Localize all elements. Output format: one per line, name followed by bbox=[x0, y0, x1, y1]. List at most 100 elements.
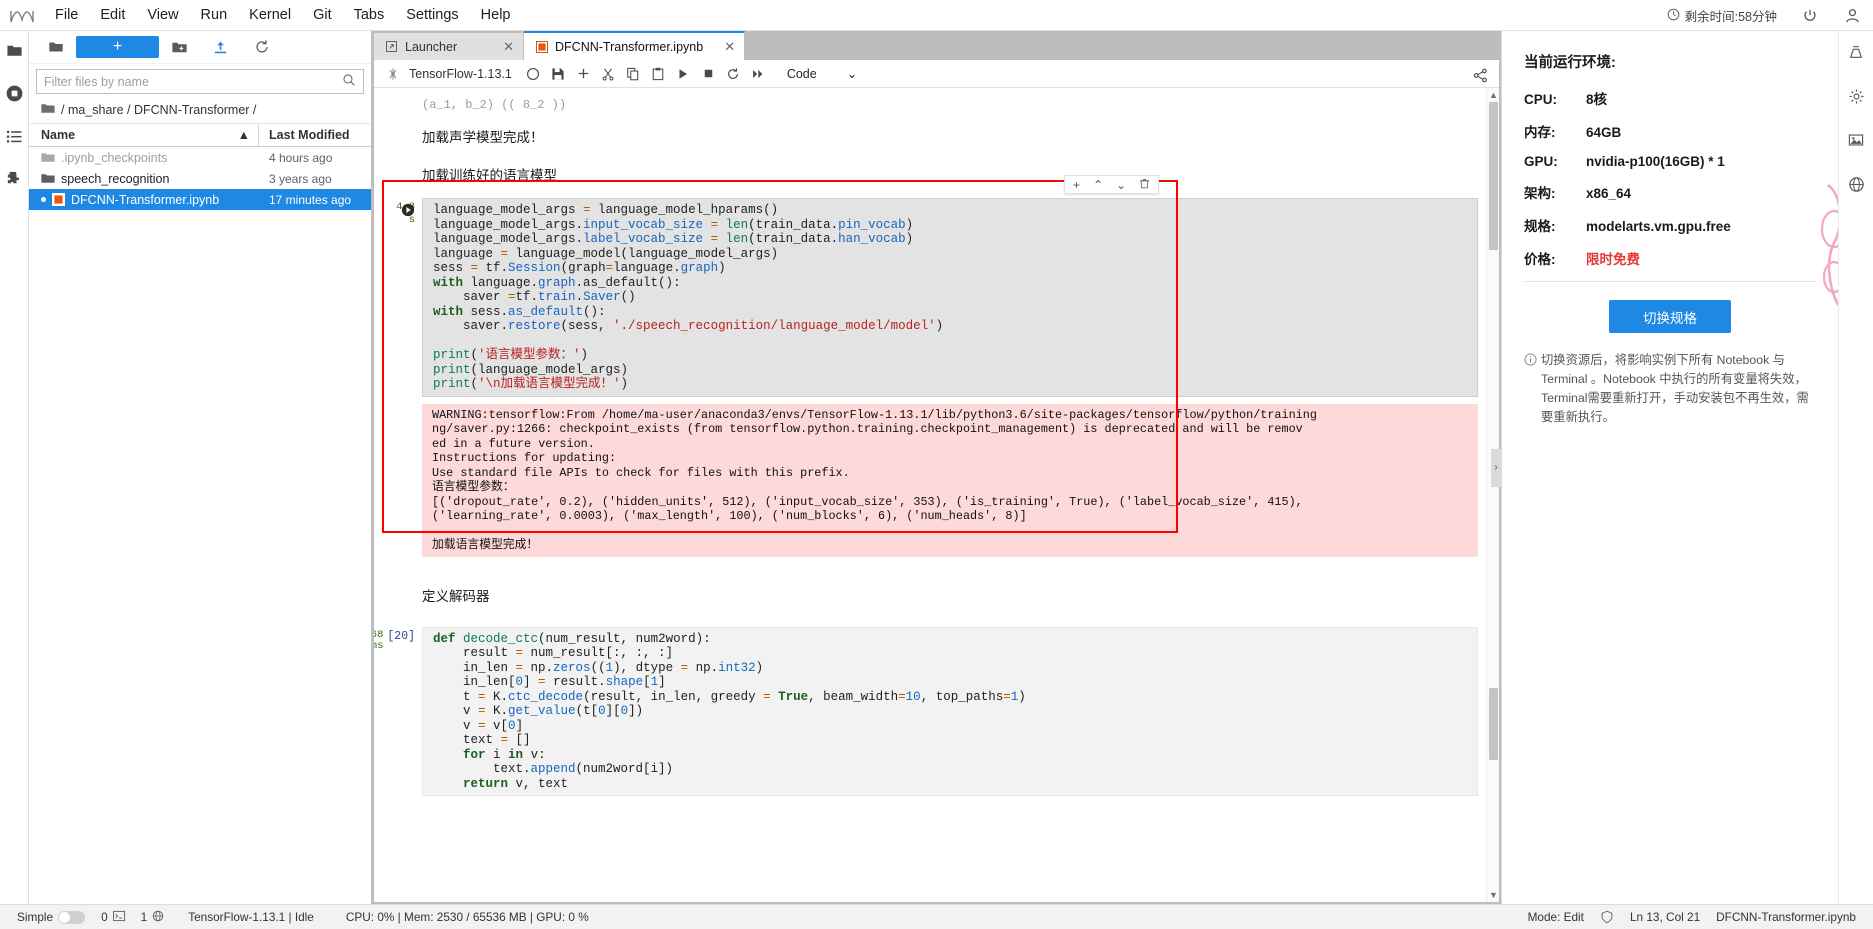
new-folder-icon[interactable] bbox=[159, 34, 200, 60]
terminals-count-item[interactable]: 0 bbox=[93, 910, 133, 925]
folder-icon bbox=[35, 34, 76, 60]
close-icon[interactable]: ✕ bbox=[710, 39, 735, 55]
scrollbar-thumb-secondary[interactable] bbox=[1489, 688, 1498, 760]
toggle-switch[interactable] bbox=[58, 910, 86, 924]
interrupt-icon[interactable] bbox=[696, 62, 721, 86]
save-icon[interactable] bbox=[546, 62, 571, 86]
code-cell[interactable]: 4.8 s language_model_args = language_mod… bbox=[374, 198, 1486, 557]
breadcrumb[interactable]: / ma_share / DFCNN-Transformer / bbox=[29, 98, 371, 124]
code-cell-body: def decode_ctc(num_result, num2word): re… bbox=[422, 626, 1478, 796]
shield-icon[interactable] bbox=[1592, 910, 1622, 924]
menu-item-run[interactable]: Run bbox=[190, 2, 239, 29]
scrollbar-thumb[interactable] bbox=[1489, 102, 1498, 250]
cursor-position-item[interactable]: Ln 13, Col 21 bbox=[1622, 910, 1708, 924]
upload-icon[interactable] bbox=[200, 34, 241, 60]
notebook-panel: TensorFlow-1.13.1 Code ⌄ (a_1, b_2) ((8… bbox=[374, 60, 1499, 902]
move-cell-up-icon[interactable]: ⌃ bbox=[1093, 178, 1103, 192]
env-value: 8核 bbox=[1586, 92, 1608, 107]
globe-icon[interactable] bbox=[1843, 171, 1869, 197]
simple-mode-toggle[interactable]: Simple bbox=[9, 910, 93, 924]
scroll-down-icon[interactable]: ▼ bbox=[1489, 890, 1498, 900]
jupyter-logo-icon bbox=[0, 5, 44, 25]
running-icon[interactable] bbox=[1, 80, 27, 106]
run-cell-icon[interactable] bbox=[401, 203, 415, 217]
env-value: 64GB bbox=[1586, 125, 1622, 140]
menu-item-settings[interactable]: Settings bbox=[395, 2, 469, 29]
user-icon[interactable] bbox=[1831, 0, 1873, 31]
markdown-cell[interactable]: 加载训练好的语言模型 bbox=[374, 160, 1486, 198]
refresh-icon[interactable] bbox=[241, 34, 282, 60]
edit-mode-item: Mode: Edit bbox=[1527, 910, 1584, 924]
run-icon[interactable] bbox=[671, 62, 696, 86]
cell-type-select[interactable]: Code ⌄ bbox=[780, 63, 864, 84]
env-row-gpu: GPU: nvidia-p100(16GB) * 1 bbox=[1524, 154, 1816, 169]
copy-icon[interactable] bbox=[621, 62, 646, 86]
power-icon[interactable] bbox=[1789, 0, 1831, 31]
cut-icon[interactable] bbox=[596, 62, 621, 86]
markdown-cell[interactable]: 加载声学模型完成！ bbox=[374, 116, 1486, 160]
globe-icon bbox=[152, 910, 164, 925]
cell-float-toolbar[interactable]: + ⌃ ⌄ bbox=[1064, 175, 1160, 194]
tab-notebook[interactable]: DFCNN-Transformer.ipynb ✕ bbox=[524, 31, 746, 60]
property-inspector-icon[interactable] bbox=[1843, 39, 1869, 65]
menu-item-view[interactable]: View bbox=[136, 2, 189, 29]
file-modified: 17 minutes ago bbox=[269, 192, 352, 207]
kernel-status-item[interactable]: TensorFlow-1.13.1 | Idle bbox=[172, 910, 322, 924]
code-editor[interactable]: language_model_args = language_model_hpa… bbox=[422, 198, 1478, 397]
paste-icon[interactable] bbox=[646, 62, 671, 86]
env-value: x86_64 bbox=[1586, 186, 1632, 201]
column-header-name[interactable]: Name ▲ bbox=[29, 124, 259, 146]
scroll-up-icon[interactable]: ▲ bbox=[1489, 90, 1498, 100]
file-filter[interactable] bbox=[36, 69, 364, 94]
menu-bar: File Edit View Run Kernel Git Tabs Setti… bbox=[0, 0, 1873, 31]
output-line: WARNING:tensorflow:From /home/ma-user/an… bbox=[432, 407, 1317, 422]
list-item[interactable]: DFCNN-Transformer.ipynb 17 minutes ago bbox=[29, 189, 371, 210]
menu-item-kernel[interactable]: Kernel bbox=[238, 2, 302, 29]
delete-cell-icon[interactable] bbox=[1139, 178, 1150, 192]
column-header-modified[interactable]: Last Modified bbox=[259, 128, 371, 142]
restart-run-all-icon[interactable] bbox=[746, 62, 771, 86]
stop-circle-icon[interactable] bbox=[521, 62, 546, 86]
notebook-scrollbar[interactable]: ▲ ▼ bbox=[1486, 88, 1499, 902]
restart-icon[interactable] bbox=[721, 62, 746, 86]
kernels-count-item[interactable]: 1 bbox=[133, 910, 173, 925]
markdown-cell-decoder[interactable]: 定义解码器 bbox=[374, 557, 1486, 627]
file-name: speech_recognition bbox=[61, 171, 170, 186]
right-panel-collapse-handle[interactable]: › bbox=[1491, 448, 1501, 487]
insert-cell-below-icon[interactable]: + bbox=[1073, 178, 1080, 192]
code-cell[interactable]: 68 ms [20] def decode_ctc(num_result, nu… bbox=[374, 626, 1486, 797]
tab-label: DFCNN-Transformer.ipynb bbox=[555, 39, 704, 54]
share-icon[interactable] bbox=[1468, 63, 1493, 87]
notebook-icon bbox=[535, 40, 548, 53]
activity-bar bbox=[0, 31, 29, 904]
code-editor[interactable]: def decode_ctc(num_result, num2word): re… bbox=[422, 626, 1478, 796]
markdown-cell-partial[interactable]: (a_1, b_2) (( 8_2 )) bbox=[374, 94, 1486, 116]
kernel-status-icon[interactable] bbox=[380, 62, 405, 86]
menu-item-edit[interactable]: Edit bbox=[89, 2, 136, 29]
search-input[interactable] bbox=[44, 74, 342, 89]
menu-item-help[interactable]: Help bbox=[470, 2, 522, 29]
settings-icon[interactable] bbox=[1843, 83, 1869, 109]
switch-spec-button[interactable]: 切换规格 bbox=[1609, 300, 1731, 333]
menu-item-list: File Edit View Run Kernel Git Tabs Setti… bbox=[44, 2, 521, 29]
close-icon[interactable]: ✕ bbox=[489, 39, 514, 55]
extensions-icon[interactable] bbox=[1, 166, 27, 192]
menu-item-tabs[interactable]: Tabs bbox=[343, 2, 396, 29]
menu-item-file[interactable]: File bbox=[44, 2, 89, 29]
file-list: .ipynb_checkpoints 4 hours ago speech_re… bbox=[29, 147, 371, 210]
list-item[interactable]: .ipynb_checkpoints 4 hours ago bbox=[29, 147, 371, 168]
insert-cell-icon[interactable] bbox=[571, 62, 596, 86]
image-icon[interactable] bbox=[1843, 127, 1869, 153]
new-launcher-button[interactable]: + bbox=[76, 36, 159, 58]
menu-item-git[interactable]: Git bbox=[302, 2, 343, 29]
move-cell-down-icon[interactable]: ⌄ bbox=[1116, 178, 1126, 192]
cell-execution-time: 68 ms [20] bbox=[374, 627, 422, 797]
list-item[interactable]: speech_recognition 3 years ago bbox=[29, 168, 371, 189]
launcher-icon bbox=[385, 40, 398, 53]
right-activity-bar bbox=[1838, 31, 1873, 904]
tab-launcher[interactable]: Launcher ✕ bbox=[374, 33, 524, 60]
commands-icon[interactable] bbox=[1, 123, 27, 149]
cell-output-stderr: WARNING:tensorflow:From /home/ma-user/an… bbox=[422, 403, 1478, 557]
breadcrumb-folder-icon bbox=[41, 103, 55, 117]
files-icon[interactable] bbox=[1, 37, 27, 63]
